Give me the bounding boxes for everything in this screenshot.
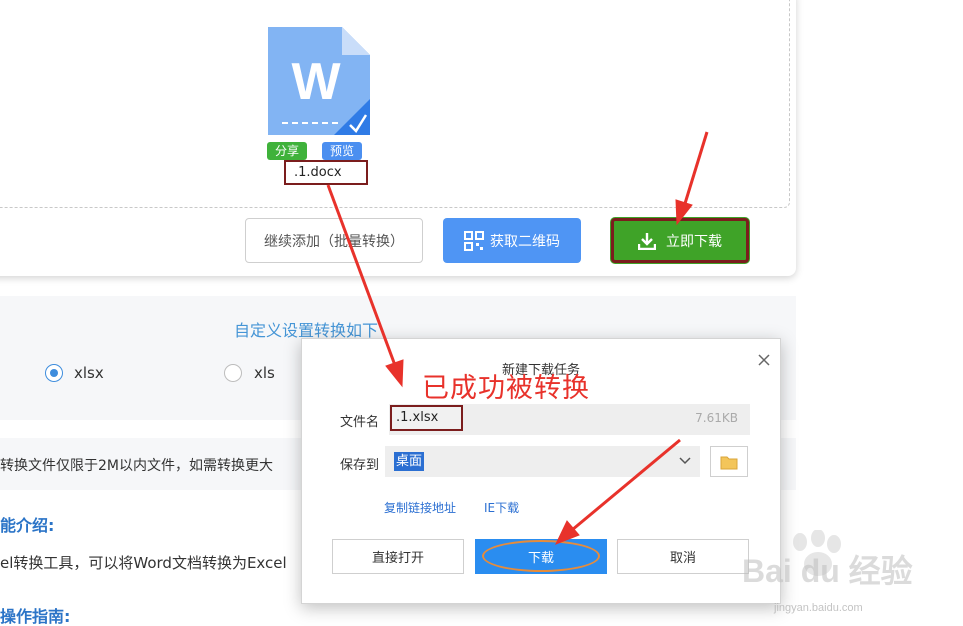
radio-xlsx-label[interactable]: xlsx [74, 364, 104, 382]
copy-link-address[interactable]: 复制链接地址 [384, 499, 456, 516]
folder-icon [720, 456, 738, 469]
uploaded-file-name: .1.docx [284, 160, 368, 185]
qr-code-icon [464, 230, 484, 251]
save-location-select[interactable]: 桌面 [385, 446, 700, 477]
preview-tag[interactable]: 预览 [322, 142, 362, 160]
guide-heading: 操作指南: [0, 607, 71, 626]
continue-add-button[interactable]: 继续添加（批量转换） [245, 218, 423, 263]
download-now-button[interactable]: 立即下载 [611, 218, 749, 263]
dropzone[interactable] [0, 0, 790, 208]
get-qr-code-button[interactable]: 获取二维码 [443, 218, 581, 263]
open-directly-button[interactable]: 直接打开 [332, 539, 464, 574]
feature-intro-text: el转换工具，可以将Word文档转换为Excel [0, 554, 287, 572]
annotation-text: 已成功被转换 [422, 373, 590, 404]
continue-add-label: 继续添加（批量转换） [264, 233, 404, 250]
cancel-label: 取消 [669, 551, 696, 566]
ie-download-link[interactable]: IE下载 [484, 499, 519, 516]
get-qr-code-label: 获取二维码 [490, 233, 560, 250]
download-icon [638, 232, 656, 250]
file-name-value[interactable]: .1.xlsx [390, 405, 463, 431]
radio-xls-label[interactable]: xls [254, 364, 275, 382]
save-to-label: 保存到 [340, 458, 380, 473]
feature-intro-heading: 能介绍: [0, 516, 55, 535]
save-location-value: 桌面 [394, 452, 425, 471]
download-now-label: 立即下载 [666, 233, 722, 250]
watermark-url: jingyan.baidu.com [774, 602, 863, 614]
download-highlight-ring [482, 540, 600, 572]
chevron-down-icon[interactable] [678, 454, 692, 468]
file-size: 7.61KB [695, 411, 738, 425]
word-file-icon[interactable]: W [268, 27, 370, 135]
share-tag[interactable]: 分享 [267, 142, 307, 160]
radio-xlsx[interactable] [45, 364, 63, 382]
file-name-label: 文件名 [340, 415, 380, 430]
size-limit-notice: 转换文件仅限于2M以内文件，如需转换更大 [0, 458, 273, 474]
open-directly-label: 直接打开 [371, 551, 424, 566]
close-icon[interactable] [757, 353, 771, 367]
cancel-button[interactable]: 取消 [617, 539, 749, 574]
radio-xls[interactable] [224, 364, 242, 382]
watermark-brand: Bai du 经验 [742, 553, 913, 589]
browse-folder-button[interactable] [710, 446, 748, 477]
svg-text:W: W [291, 53, 341, 111]
